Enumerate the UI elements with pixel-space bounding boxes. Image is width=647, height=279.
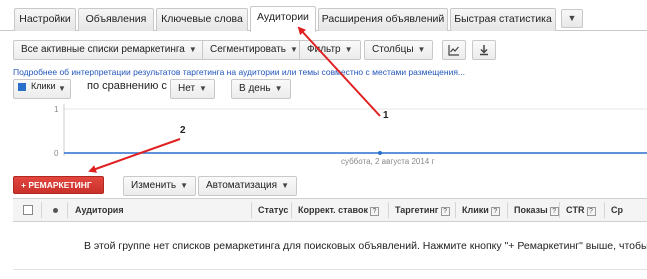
column-clicks[interactable]: Клики? bbox=[462, 199, 500, 221]
remarketing-lists-filter-select[interactable]: Все активные списки ремаркетинга ▼ bbox=[13, 40, 205, 60]
chevron-down-icon: ▼ bbox=[199, 84, 207, 93]
audience-targeting-info-link[interactable]: Подробнее об интерпретации результатов т… bbox=[13, 67, 465, 77]
tab-bar: Настройки Объявления Ключевые слова Ауди… bbox=[0, 0, 647, 32]
chevron-down-icon: ▼ bbox=[58, 84, 66, 93]
column-divider bbox=[388, 202, 389, 218]
empty-table-message: В этой группе нет списков ремаркетинга д… bbox=[84, 240, 647, 252]
period-select[interactable]: В день ▼ bbox=[231, 79, 291, 99]
metric-color-swatch bbox=[18, 83, 26, 91]
column-divider bbox=[604, 202, 605, 218]
chevron-down-icon: ▼ bbox=[274, 84, 283, 93]
chevron-down-icon: ▼ bbox=[290, 45, 298, 54]
download-button[interactable] bbox=[472, 40, 496, 60]
edit-button[interactable]: Изменить ▼ bbox=[123, 176, 197, 196]
tab-ad-extensions[interactable]: Расширения объявлений bbox=[318, 8, 448, 31]
help-icon[interactable]: ? bbox=[586, 207, 596, 216]
help-icon[interactable]: ? bbox=[369, 207, 379, 216]
download-icon bbox=[480, 45, 488, 56]
table-header: Аудитория Статус Коррект. ставок? Таргет… bbox=[13, 198, 647, 222]
column-divider bbox=[251, 202, 252, 218]
column-clicks-label: Клики bbox=[462, 205, 489, 215]
tab-audiences[interactable]: Аудитории bbox=[250, 6, 316, 32]
tab-quick-stats[interactable]: Быстрая статистика bbox=[450, 8, 556, 31]
column-audience[interactable]: Аудитория bbox=[75, 199, 124, 221]
column-bid-adjustment[interactable]: Коррект. ставок? bbox=[298, 199, 379, 221]
filter-label: Фильтр bbox=[307, 44, 341, 55]
column-avg[interactable]: Ср bbox=[611, 199, 623, 221]
annotation-number-2: 2 bbox=[180, 125, 186, 136]
edit-label: Изменить bbox=[131, 180, 177, 191]
tabs-more-button[interactable]: ▼ bbox=[561, 9, 583, 28]
y-tick-label: 0 bbox=[54, 149, 59, 158]
annotation-number-1: 1 bbox=[383, 110, 389, 121]
add-remarketing-button[interactable]: + РЕМАРКЕТИНГ bbox=[13, 176, 104, 194]
columns-label: Столбцы bbox=[372, 44, 414, 55]
period-value: В день bbox=[239, 83, 271, 94]
help-icon[interactable]: ? bbox=[490, 207, 500, 216]
segment-button[interactable]: Сегментировать ▼ bbox=[202, 40, 306, 60]
tab-keywords[interactable]: Ключевые слова bbox=[156, 8, 248, 31]
column-ctr-label: CTR bbox=[566, 205, 585, 215]
status-dot-icon bbox=[53, 208, 58, 213]
column-divider bbox=[455, 202, 456, 218]
column-impressions-label: Показы bbox=[514, 205, 548, 215]
automation-button[interactable]: Автоматизация ▼ bbox=[198, 176, 297, 196]
line-chart-icon bbox=[448, 45, 459, 56]
segment-label: Сегментировать bbox=[210, 44, 287, 55]
chevron-down-icon: ▼ bbox=[344, 45, 353, 54]
metric-select-label: Клики bbox=[31, 81, 56, 91]
column-divider bbox=[291, 202, 292, 218]
select-all-checkbox[interactable] bbox=[23, 205, 33, 215]
filter-button[interactable]: Фильтр ▼ bbox=[299, 40, 361, 60]
tab-ads[interactable]: Объявления bbox=[78, 8, 154, 31]
chevron-down-icon: ▼ bbox=[281, 181, 289, 190]
chevron-down-icon: ▼ bbox=[180, 181, 189, 190]
compare-value: Нет bbox=[178, 83, 196, 94]
help-icon[interactable]: ? bbox=[549, 207, 559, 216]
column-targeting-label: Таргетинг bbox=[395, 205, 439, 215]
chart-toggle-button[interactable] bbox=[442, 40, 466, 60]
chevron-down-icon: ▼ bbox=[567, 13, 577, 23]
filter-select-label: Все активные списки ремаркетинга bbox=[21, 44, 185, 55]
automation-label: Автоматизация bbox=[206, 180, 278, 191]
chevron-down-icon: ▼ bbox=[188, 45, 197, 54]
column-impressions[interactable]: Показы? bbox=[514, 199, 559, 221]
column-divider bbox=[67, 202, 68, 218]
compare-select[interactable]: Нет ▼ bbox=[170, 79, 215, 99]
tab-settings[interactable]: Настройки bbox=[14, 8, 76, 31]
chevron-down-icon: ▼ bbox=[417, 45, 426, 54]
help-icon[interactable]: ? bbox=[440, 207, 450, 216]
table-bottom-divider bbox=[13, 269, 647, 270]
chart-date-label: суббота, 2 августа 2014 г bbox=[341, 157, 435, 166]
compare-label: по сравнению с bbox=[87, 80, 167, 92]
columns-button[interactable]: Столбцы ▼ bbox=[364, 40, 434, 60]
column-divider bbox=[507, 202, 508, 218]
column-divider bbox=[559, 202, 560, 218]
data-point[interactable] bbox=[378, 151, 382, 155]
column-divider bbox=[41, 202, 42, 218]
column-targeting[interactable]: Таргетинг? bbox=[395, 199, 450, 221]
column-status[interactable]: Статус bbox=[258, 199, 288, 221]
column-ctr[interactable]: CTR? bbox=[566, 199, 596, 221]
y-tick-label: 1 bbox=[54, 105, 59, 114]
column-bid-adjustment-label: Коррект. ставок bbox=[298, 205, 368, 215]
performance-chart: 1 0 bbox=[54, 104, 647, 158]
